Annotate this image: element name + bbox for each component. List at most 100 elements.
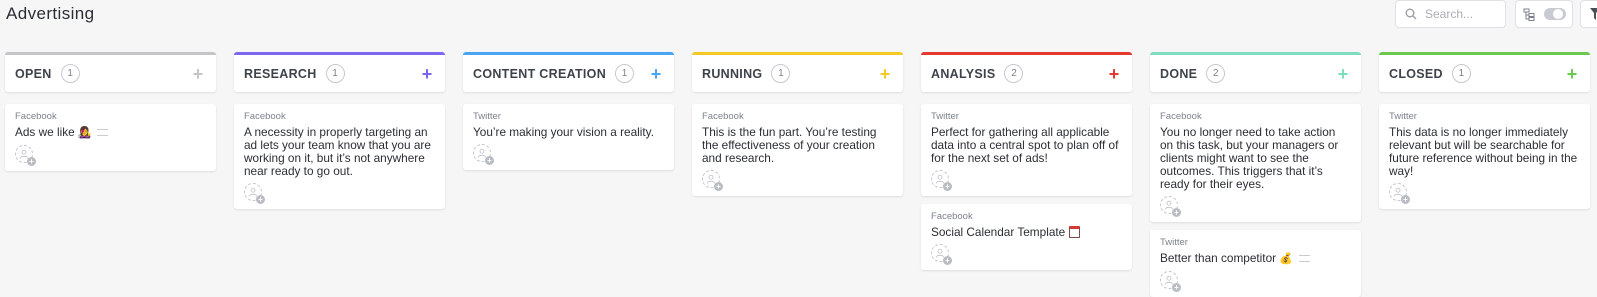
column-name: DONE [1160, 66, 1198, 81]
card-source-label: Facebook [244, 111, 286, 122]
status-column-content-creation: CONTENT CREATION 1 + Twitter You’re maki… [463, 52, 674, 297]
column-header: CLOSED 1 + [1379, 52, 1590, 92]
card-title[interactable]: Ads we like 👩‍🎤 [15, 126, 206, 140]
add-task-button[interactable]: + [190, 65, 206, 83]
column-count-badge: 1 [771, 64, 791, 83]
column-count-badge: 1 [1451, 64, 1471, 83]
card-title[interactable]: You no longer need to take action on thi… [1160, 126, 1351, 191]
card-list: Facebook You no longer need to take acti… [1150, 104, 1361, 297]
add-task-button[interactable]: + [1564, 65, 1580, 83]
title-emoji: 💰 [1279, 253, 1293, 265]
add-task-button[interactable]: + [877, 65, 893, 83]
search-input[interactable] [1425, 7, 1501, 21]
task-card[interactable]: Twitter You’re making your vision a real… [463, 104, 674, 170]
card-list: Twitter This data is no longer immediate… [1379, 104, 1590, 209]
add-task-button[interactable]: + [1335, 65, 1351, 83]
description-icon [1298, 255, 1310, 263]
column-count-badge: 1 [615, 64, 635, 83]
card-title-text: This data is no longer immediately relev… [1389, 125, 1578, 178]
assignee-button[interactable]: + [473, 144, 494, 165]
title-emoji: 👩‍🎤 [77, 127, 92, 139]
calendar-emoji-icon [1069, 226, 1081, 238]
add-assignee-icon: + [1172, 208, 1181, 217]
card-title[interactable]: You’re making your vision a reality. [473, 126, 664, 139]
top-bar: Advertising [0, 0, 1597, 44]
assignee-button[interactable]: + [702, 170, 723, 191]
assignee-button[interactable]: + [1160, 271, 1181, 292]
add-task-button[interactable]: + [1106, 65, 1122, 83]
status-column-running: RUNNING 1 + Facebook This is the fun par… [692, 52, 903, 297]
card-title[interactable]: This is the fun part. You’re testing the… [702, 126, 893, 165]
column-name: OPEN [15, 66, 52, 81]
search-icon [1405, 8, 1417, 20]
card-title-text: This is the fun part. You’re testing the… [702, 125, 877, 165]
card-title[interactable]: This data is no longer immediately relev… [1389, 126, 1580, 178]
add-assignee-icon: + [1172, 283, 1181, 292]
card-source-label: Facebook [702, 111, 744, 122]
column-header: RESEARCH 1 + [234, 52, 445, 92]
card-source-label: Twitter [1389, 111, 1417, 122]
card-title-text: You’re making your vision a reality. [473, 125, 654, 139]
card-title-text: Social Calendar Template [931, 225, 1066, 239]
kanban-board: OPEN 1 + Facebook Ads we like 👩‍🎤 + RESEA… [5, 52, 1590, 297]
card-list: Facebook This is the fun part. You’re te… [692, 104, 903, 196]
card-title-text: Ads we like [15, 125, 75, 139]
column-header: OPEN 1 + [5, 52, 216, 92]
assignee-button[interactable]: + [1160, 196, 1181, 217]
card-source-label: Facebook [1160, 111, 1202, 122]
assignee-button[interactable]: + [1389, 183, 1410, 204]
card-list: Facebook A necessity in properly targeti… [234, 104, 445, 209]
add-assignee-icon: + [256, 195, 265, 204]
add-assignee-icon: + [714, 182, 723, 191]
column-header: ANALYSIS 2 + [921, 52, 1132, 92]
card-title-text: You no longer need to take action on thi… [1160, 125, 1339, 191]
task-card[interactable]: Facebook Ads we like 👩‍🎤 + [5, 104, 216, 171]
assignee-button[interactable]: + [15, 145, 36, 166]
card-title[interactable]: Perfect for gathering all applicable dat… [931, 126, 1122, 165]
card-list: Twitter You’re making your vision a real… [463, 104, 674, 170]
status-column-closed: CLOSED 1 + Twitter This data is no longe… [1379, 52, 1590, 297]
card-source-label: Facebook [15, 111, 57, 122]
add-assignee-icon: + [1401, 195, 1410, 204]
column-header: RUNNING 1 + [692, 52, 903, 92]
status-column-done: DONE 2 + Facebook You no longer need to … [1150, 52, 1361, 297]
card-title[interactable]: Better than competitor 💰 [1160, 252, 1351, 266]
status-column-analysis: ANALYSIS 2 + Twitter Perfect for gatheri… [921, 52, 1132, 297]
toggle-switch[interactable] [1543, 8, 1566, 20]
column-name: RESEARCH [244, 66, 317, 81]
status-column-research: RESEARCH 1 + Facebook A necessity in pro… [234, 52, 445, 297]
search-box[interactable] [1395, 0, 1506, 28]
task-card[interactable]: Facebook You no longer need to take acti… [1150, 104, 1361, 222]
column-header: DONE 2 + [1150, 52, 1361, 92]
status-column-open: OPEN 1 + Facebook Ads we like 👩‍🎤 + [5, 52, 216, 297]
add-task-button[interactable]: + [419, 65, 435, 83]
task-card[interactable]: Twitter Perfect for gathering all applic… [921, 104, 1132, 196]
add-assignee-icon: + [943, 256, 952, 265]
assignee-button[interactable]: + [244, 183, 265, 204]
column-name: CONTENT CREATION [473, 66, 607, 81]
assignee-button[interactable]: + [931, 244, 952, 265]
add-assignee-icon: + [485, 156, 494, 165]
card-source-label: Twitter [931, 111, 959, 122]
add-task-button[interactable]: + [648, 65, 664, 83]
subtasks-toggle[interactable] [1515, 0, 1573, 28]
card-title-text: Perfect for gathering all applicable dat… [931, 125, 1119, 165]
assignee-button[interactable]: + [931, 170, 952, 191]
filter-button[interactable] [1580, 0, 1597, 28]
column-name: RUNNING [702, 66, 763, 81]
task-card[interactable]: Twitter Better than competitor 💰 + [1150, 230, 1361, 297]
card-title[interactable]: A necessity in properly targeting an ad … [244, 126, 435, 178]
add-assignee-icon: + [943, 182, 952, 191]
task-card[interactable]: Facebook This is the fun part. You’re te… [692, 104, 903, 196]
card-title[interactable]: Social Calendar Template [931, 226, 1122, 239]
column-name: ANALYSIS [931, 66, 996, 81]
add-assignee-icon: + [27, 157, 36, 166]
card-source-label: Facebook [931, 211, 973, 222]
task-card[interactable]: Facebook Social Calendar Template + [921, 204, 1132, 270]
filter-icon [1590, 8, 1597, 20]
task-card[interactable]: Twitter This data is no longer immediate… [1379, 104, 1590, 209]
column-header: CONTENT CREATION 1 + [463, 52, 674, 92]
card-list: Facebook Ads we like 👩‍🎤 + [5, 104, 216, 171]
column-count-badge: 2 [1004, 64, 1024, 83]
task-card[interactable]: Facebook A necessity in properly targeti… [234, 104, 445, 209]
